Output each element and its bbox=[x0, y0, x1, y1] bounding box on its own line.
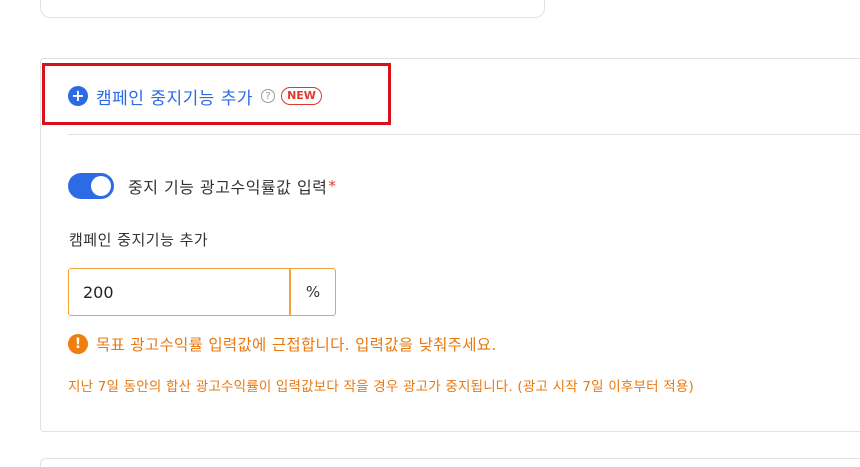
section-divider bbox=[68, 134, 860, 135]
next-section-card bbox=[40, 458, 860, 467]
stop-feature-toggle[interactable] bbox=[68, 173, 114, 199]
help-icon[interactable]: ? bbox=[261, 89, 276, 103]
roas-value-input[interactable] bbox=[68, 268, 290, 316]
previous-section-card bbox=[40, 0, 545, 18]
plus-icon: + bbox=[68, 86, 88, 106]
add-campaign-stop-button[interactable]: + 캠페인 중지기능 추가 ? NEW bbox=[68, 84, 322, 109]
roas-input-group: % bbox=[68, 268, 336, 316]
warning-icon: ! bbox=[68, 334, 88, 354]
percent-unit: % bbox=[290, 268, 336, 316]
new-badge: NEW bbox=[281, 87, 322, 105]
warning-message: ! 목표 광고수익률 입력값에 근접합니다. 입력값을 낮춰주세요. bbox=[68, 333, 497, 355]
page: + 캠페인 중지기능 추가 ? NEW 중지 기능 광고수익률값 입력 * 캠페… bbox=[0, 0, 860, 467]
required-mark: * bbox=[328, 177, 336, 195]
toggle-knob bbox=[91, 176, 111, 196]
warning-text: 목표 광고수익률 입력값에 근접합니다. 입력값을 낮춰주세요. bbox=[96, 336, 497, 354]
toggle-label: 중지 기능 광고수익률값 입력 bbox=[128, 178, 328, 197]
stop-feature-toggle-row: 중지 기능 광고수익률값 입력 * bbox=[68, 173, 336, 199]
roas-field-label: 캠페인 중지기능 추가 bbox=[69, 231, 209, 249]
add-campaign-stop-label: 캠페인 중지기능 추가 bbox=[96, 88, 254, 109]
help-description: 지난 7일 동안의 합산 광고수익률이 입력값보다 작을 경우 광고가 중지됩니… bbox=[68, 379, 694, 395]
